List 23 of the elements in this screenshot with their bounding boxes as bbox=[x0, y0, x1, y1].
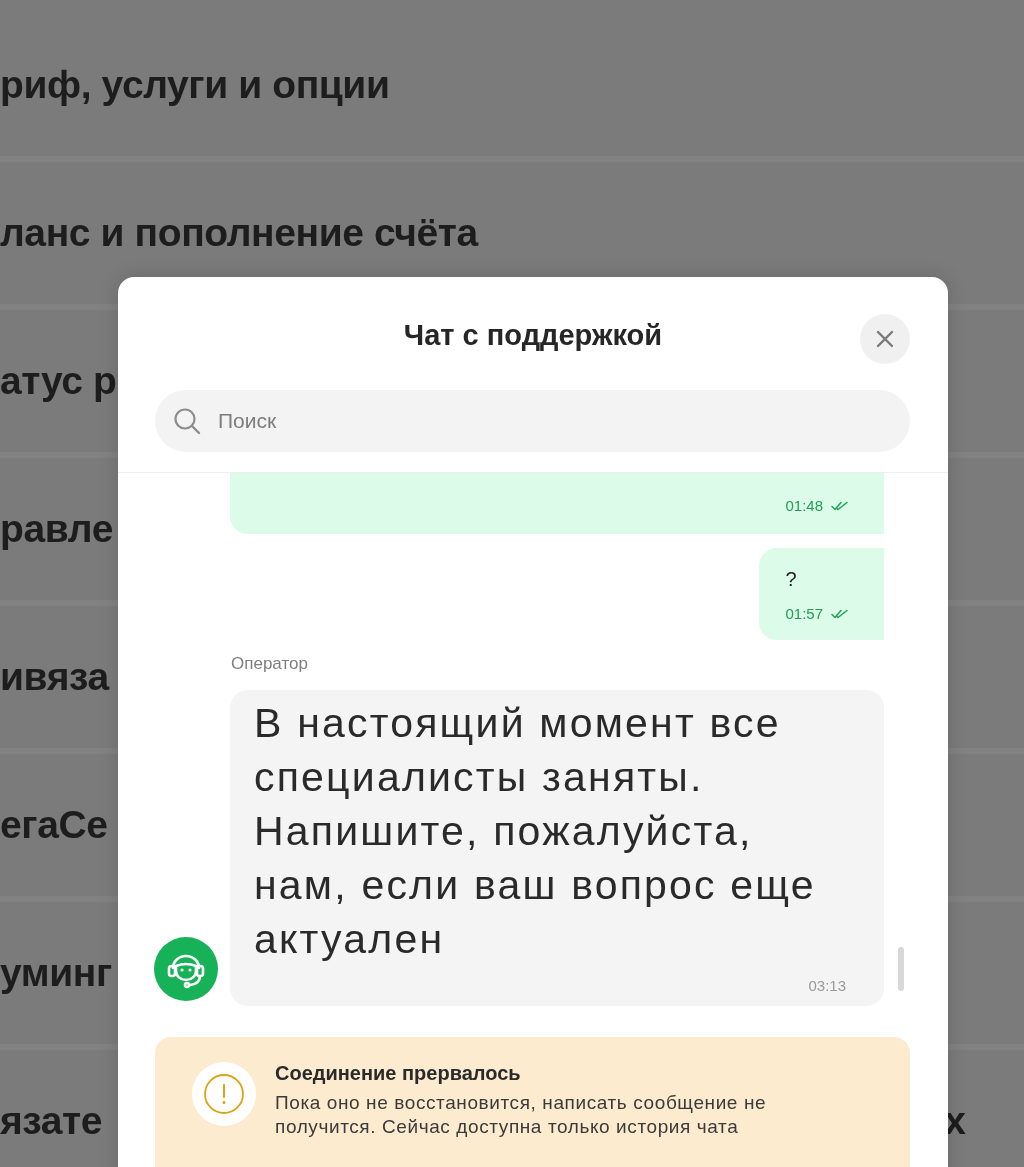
menu-item-label[interactable]: ланс и пополнение счёта bbox=[0, 211, 478, 255]
menu-item-label[interactable]: егаСе bbox=[0, 803, 108, 847]
message-time: 01:48 bbox=[785, 497, 823, 514]
menu-item-label[interactable]: уминг bbox=[0, 951, 112, 995]
menu-item-label[interactable]: равле bbox=[0, 507, 113, 551]
search-field[interactable]: Поиск bbox=[155, 390, 910, 452]
notice-title: Соединение прервалось bbox=[275, 1062, 522, 1085]
sender-name: Оператор bbox=[231, 654, 309, 674]
message-text: В настоящий момент все специалисты заняты. Напишите, пожалуйста, нам, если ваш вопрос еще актуален bbox=[254, 699, 817, 964]
notice-text: Пока оно не восстановится, написать сообщение не получится. Сейчас доступна только история чата bbox=[275, 1091, 768, 1139]
menu-item-label[interactable]: риф, услуги и опции bbox=[0, 63, 390, 107]
message-time: 01:57 bbox=[785, 605, 823, 622]
menu-item-label[interactable]: атус р bbox=[0, 359, 117, 403]
warning-icon bbox=[192, 1062, 256, 1126]
dialog-title: Чат с поддержкой bbox=[403, 318, 663, 352]
menu-item-label[interactable]: язате bbox=[0, 1099, 103, 1143]
message-time: 03:13 bbox=[807, 977, 846, 994]
operator-avatar-icon bbox=[154, 937, 218, 1001]
scrollbar-thumb[interactable] bbox=[898, 947, 904, 991]
close-icon bbox=[875, 329, 895, 349]
menu-item-label[interactable]: ивяза bbox=[0, 655, 109, 699]
message-text: ? bbox=[785, 568, 798, 591]
close-button[interactable] bbox=[860, 314, 910, 364]
